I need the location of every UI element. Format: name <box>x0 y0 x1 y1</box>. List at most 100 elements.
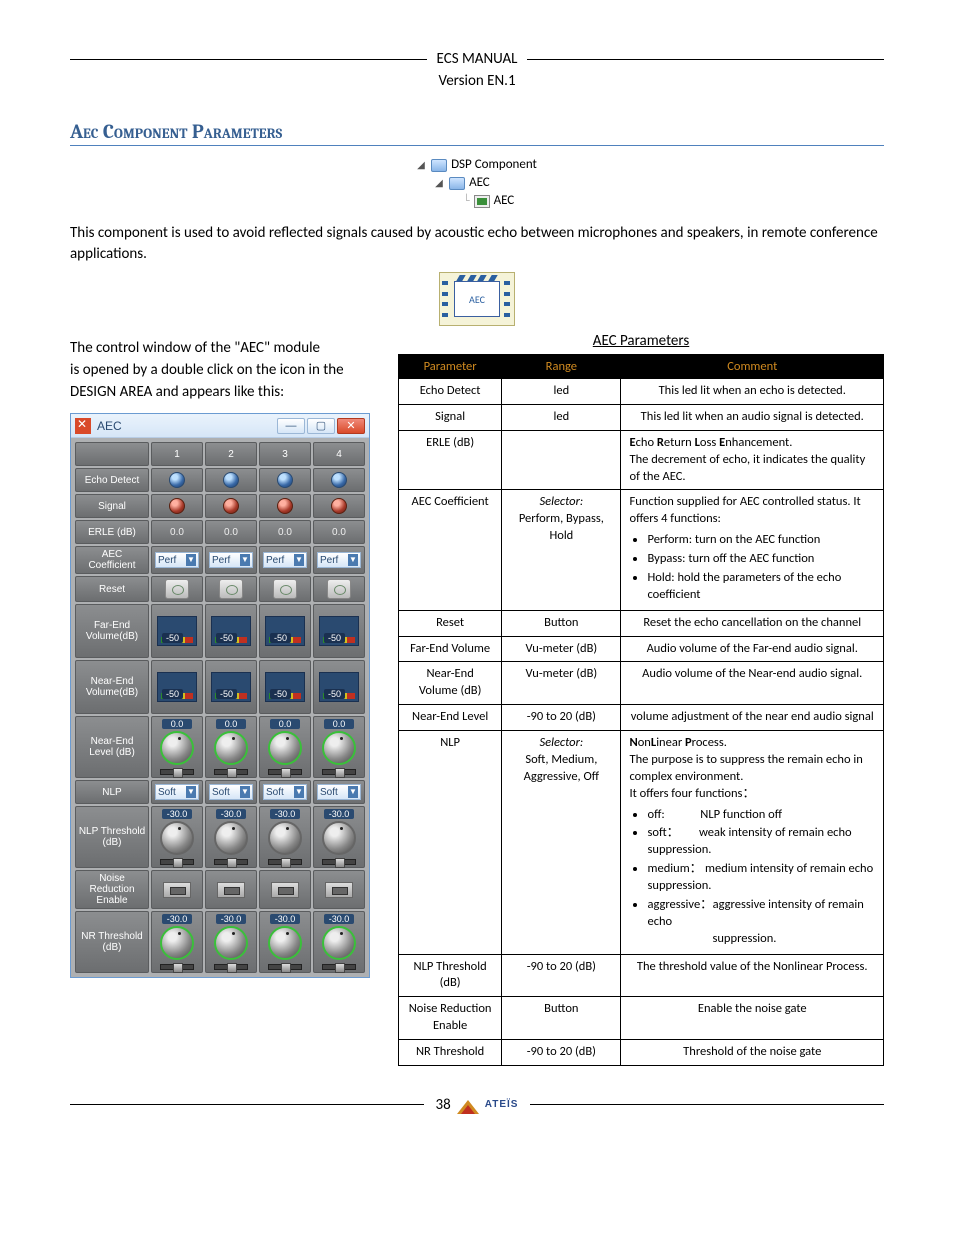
table-row: ResetButtonReset the echo cancellation o… <box>399 610 884 636</box>
aec-coef-selector[interactable]: Perf▼ <box>151 546 203 574</box>
echo-detect-led <box>313 468 365 492</box>
column-header: 3 <box>259 442 311 466</box>
table-header: Range <box>502 355 621 379</box>
nlp-thresh-knob[interactable]: -30.0 <box>205 806 257 868</box>
noise-reduction-toggle[interactable] <box>259 870 311 909</box>
app-icon <box>75 418 91 434</box>
nlp-selector[interactable]: Soft▼ <box>259 780 311 804</box>
row-header-near-end: Near-End Volume(dB) <box>75 660 149 714</box>
range-cell: Button <box>502 997 621 1040</box>
para-2a: The control window of the "AEC" module <box>70 338 380 360</box>
maximize-button[interactable]: ▢ <box>307 418 335 434</box>
nlp-thresh-knob[interactable]: -30.0 <box>259 806 311 868</box>
param-cell: Echo Detect <box>399 379 502 405</box>
comment-cell: NonLinear Process.The purpose is to supp… <box>621 731 884 955</box>
tree-root: DSP Component <box>451 156 537 174</box>
folder-icon <box>449 177 465 190</box>
reset-button[interactable] <box>151 576 203 602</box>
reset-button[interactable] <box>259 576 311 602</box>
nlp-selector[interactable]: Soft▼ <box>205 780 257 804</box>
component-tree: ◢DSP Component ◢AEC └AEC <box>70 156 884 211</box>
table-row: NLPSelector:Soft, Medium, Aggressive, Of… <box>399 731 884 955</box>
minimize-button[interactable]: — <box>277 418 305 434</box>
nr-thresh-knob[interactable]: -30.0 <box>151 911 203 973</box>
push-button-icon <box>165 579 189 599</box>
table-row: SignalledThis led lit when an audio sign… <box>399 404 884 430</box>
far-end-vu: -50 <box>151 604 203 658</box>
led-icon <box>331 472 347 488</box>
noise-reduction-toggle[interactable] <box>151 870 203 909</box>
param-cell: NR Threshold <box>399 1040 502 1066</box>
echo-detect-led <box>205 468 257 492</box>
aec-coef-selector[interactable]: Perf▼ <box>313 546 365 574</box>
parameters-table: ParameterRangeComment Echo DetectledThis… <box>398 354 884 1066</box>
nlp-selector[interactable]: Soft▼ <box>313 780 365 804</box>
comment-cell: Enable the noise gate <box>621 997 884 1040</box>
table-row: Near-End Level-90 to 20 (dB)volume adjus… <box>399 705 884 731</box>
push-button-icon <box>273 579 297 599</box>
erle-value: 0.0 <box>205 520 257 544</box>
signal-led <box>205 494 257 518</box>
column-header: 1 <box>151 442 203 466</box>
toggle-icon <box>163 882 191 898</box>
range-cell <box>502 430 621 490</box>
near-level-knob[interactable]: 0.0 <box>313 716 365 778</box>
table-row: AEC CoefficientSelector:Perform, Bypass,… <box>399 490 884 610</box>
header-rule: ECS MANUAL <box>70 50 884 68</box>
row-header-noise-red: Noise Reduction Enable <box>75 870 149 909</box>
toggle-icon <box>271 882 299 898</box>
nr-thresh-knob[interactable]: -30.0 <box>259 911 311 973</box>
near-level-knob[interactable]: 0.0 <box>259 716 311 778</box>
table-row: Noise Reduction EnableButtonEnable the n… <box>399 997 884 1040</box>
row-header-signal: Signal <box>75 494 149 518</box>
block-icon <box>474 195 490 208</box>
table-header: Comment <box>621 355 884 379</box>
nr-thresh-knob[interactable]: -30.0 <box>313 911 365 973</box>
range-cell: -90 to 20 (dB) <box>502 954 621 997</box>
range-cell: Vu-meter (dB) <box>502 636 621 662</box>
range-cell: led <box>502 379 621 405</box>
nr-thresh-knob[interactable]: -30.0 <box>205 911 257 973</box>
param-cell: AEC Coefficient <box>399 490 502 610</box>
led-icon <box>169 472 185 488</box>
param-cell: Near-End Volume (dB) <box>399 662 502 705</box>
echo-detect-led <box>259 468 311 492</box>
comment-cell: Threshold of the noise gate <box>621 1040 884 1066</box>
range-cell: led <box>502 404 621 430</box>
comment-cell: volume adjustment of the near end audio … <box>621 705 884 731</box>
doc-version: Version EN.1 <box>70 72 884 90</box>
signal-led <box>259 494 311 518</box>
reset-button[interactable] <box>313 576 365 602</box>
row-header-nr-thresh: NR Threshold (dB) <box>75 911 149 973</box>
nlp-thresh-knob[interactable]: -30.0 <box>151 806 203 868</box>
near-level-knob[interactable]: 0.0 <box>151 716 203 778</box>
aec-coef-selector[interactable]: Perf▼ <box>259 546 311 574</box>
toggle-icon <box>325 882 353 898</box>
row-header-nlp-thresh: NLP Threshold (dB) <box>75 806 149 868</box>
close-button[interactable]: ✕ <box>337 418 365 434</box>
column-header: 4 <box>313 442 365 466</box>
reset-button[interactable] <box>205 576 257 602</box>
near-level-knob[interactable]: 0.0 <box>205 716 257 778</box>
comment-cell: This led lit when an audio signal is det… <box>621 404 884 430</box>
table-row: NLP Threshold (dB)-90 to 20 (dB)The thre… <box>399 954 884 997</box>
range-cell: Button <box>502 610 621 636</box>
tree-leaf: AEC <box>494 192 515 210</box>
aec-coef-selector[interactable]: Perf▼ <box>205 546 257 574</box>
nlp-thresh-knob[interactable]: -30.0 <box>313 806 365 868</box>
led-icon <box>277 498 293 514</box>
table-row: NR Threshold-90 to 20 (dB)Threshold of t… <box>399 1040 884 1066</box>
param-cell: Signal <box>399 404 502 430</box>
para-2c: DESIGN AREA and appears like this: <box>70 382 380 404</box>
noise-reduction-toggle[interactable] <box>313 870 365 909</box>
param-cell: NLP <box>399 731 502 955</box>
row-header-erle: ERLE (dB) <box>75 520 149 544</box>
table-caption: AEC Parameters <box>398 332 884 350</box>
noise-reduction-toggle[interactable] <box>205 870 257 909</box>
table-header: Parameter <box>399 355 502 379</box>
param-cell: ERLE (dB) <box>399 430 502 490</box>
near-end-vu: -50 <box>151 660 203 714</box>
column-header: 2 <box>205 442 257 466</box>
nlp-selector[interactable]: Soft▼ <box>151 780 203 804</box>
comment-cell: The threshold value of the Nonlinear Pro… <box>621 954 884 997</box>
